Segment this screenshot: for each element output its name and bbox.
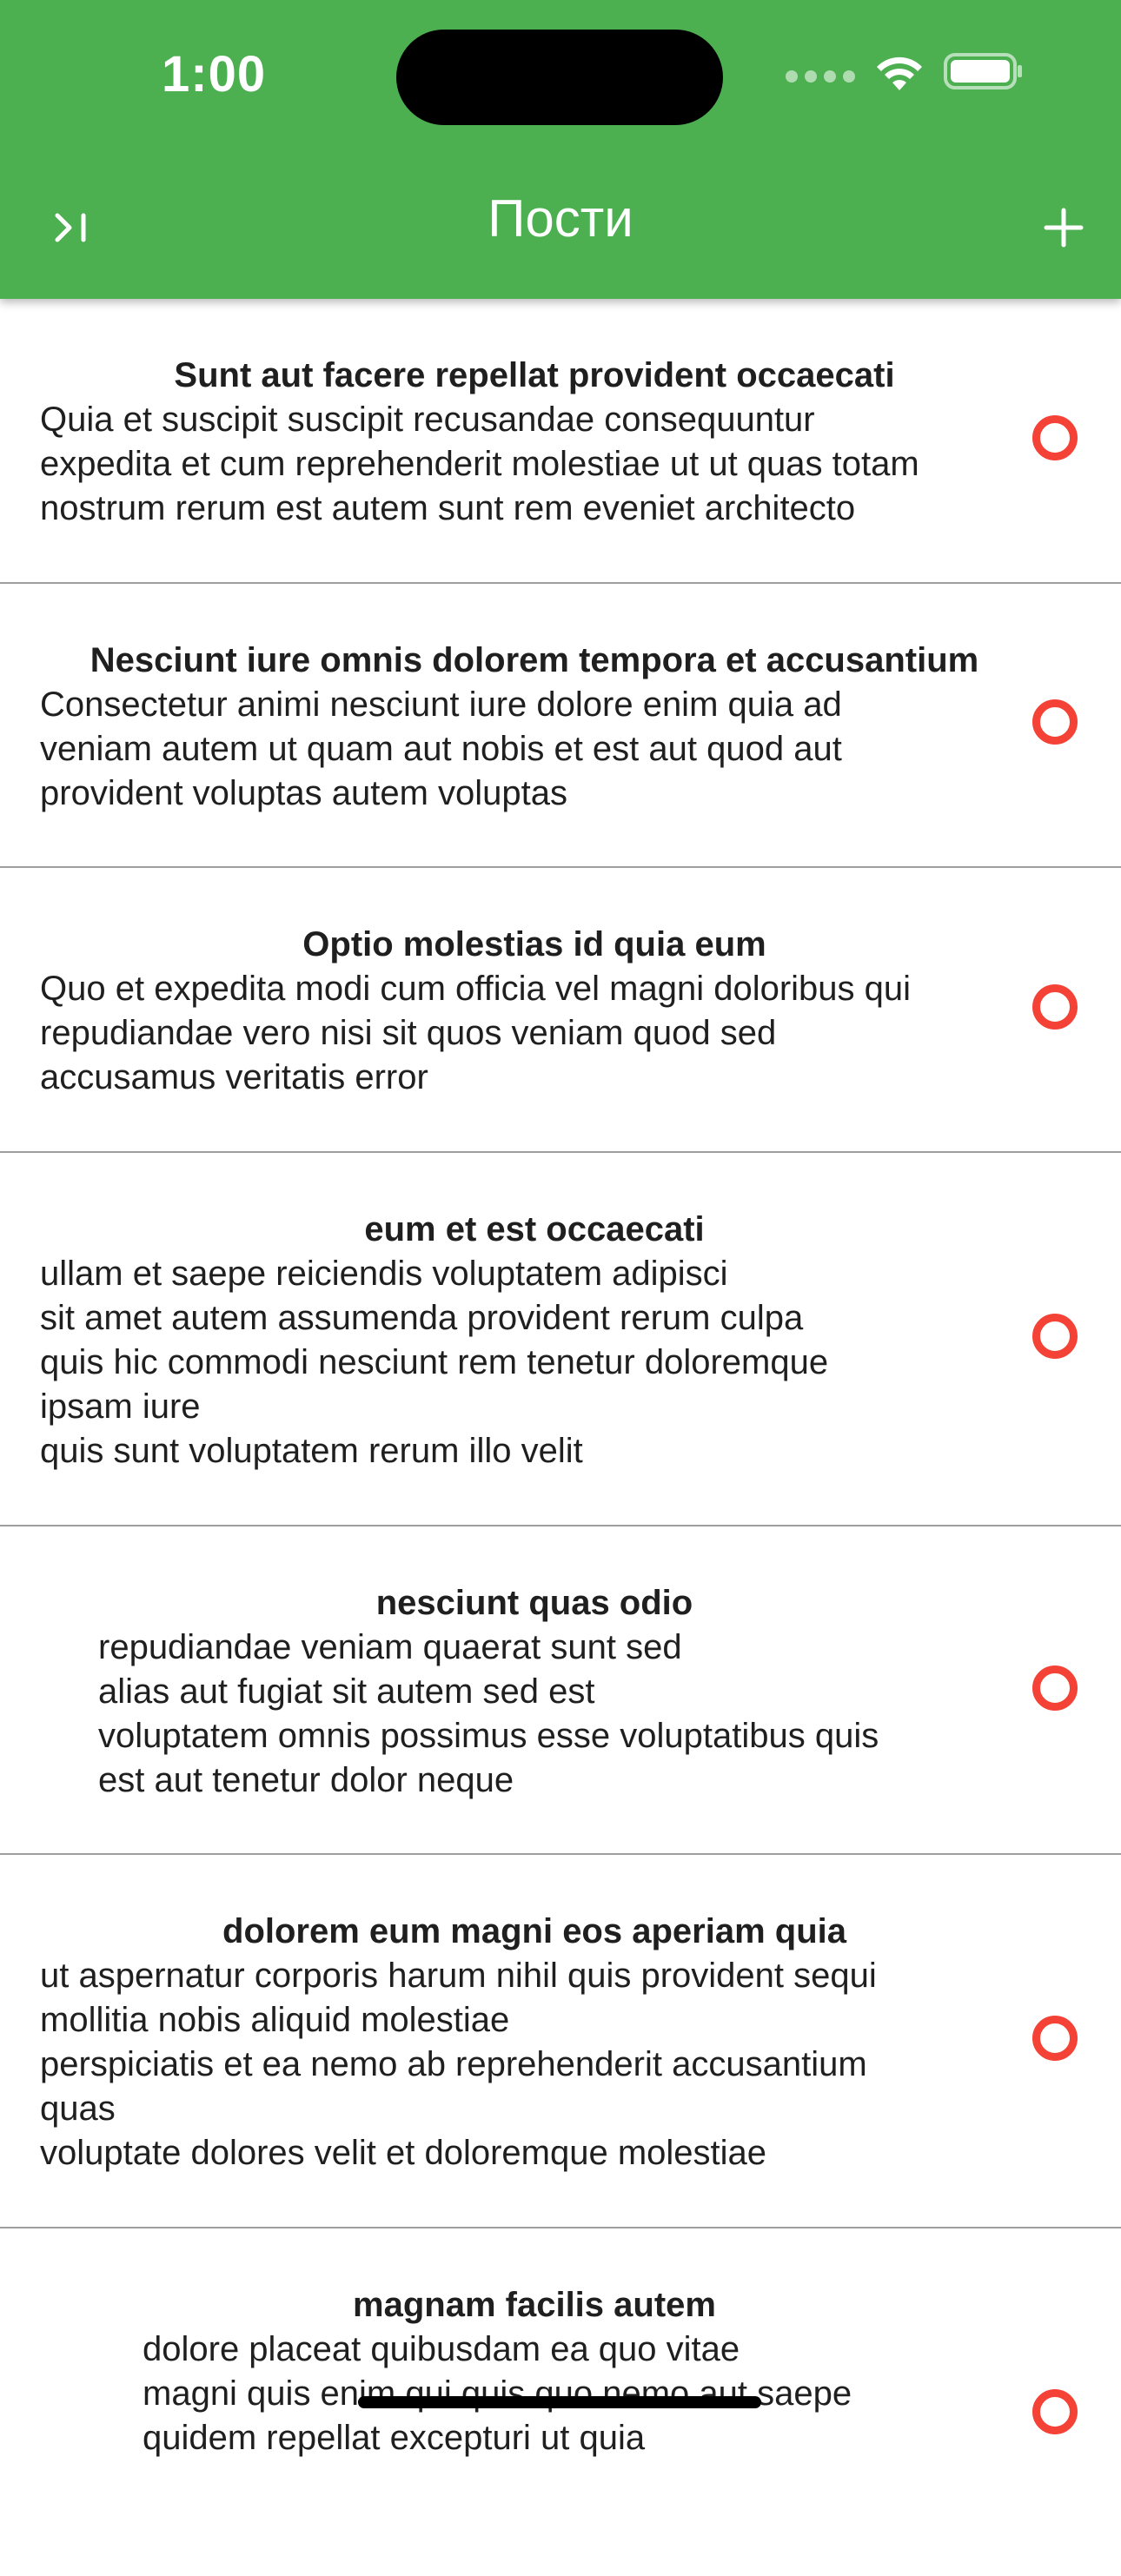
post-title: dolorem eum magni eos aperiam quia (222, 1912, 846, 1950)
home-indicator[interactable] (358, 2396, 761, 2408)
status-icons (786, 52, 1024, 90)
dynamic-island (396, 30, 723, 125)
unchecked-circle-icon[interactable] (1032, 1665, 1078, 1711)
post-body: ullam et saepe reiciendis voluptatem adi… (40, 1255, 829, 1470)
post-body: ut aspernatur corporis harum nihil quis … (40, 1957, 877, 2172)
post-title: Optio molestias id quia eum (302, 925, 766, 964)
add-post-button[interactable] (1029, 193, 1098, 262)
unchecked-circle-icon[interactable] (1032, 2016, 1078, 2061)
post-title: eum et est occaecati (364, 1210, 705, 1248)
list-item[interactable]: Nesciunt iure omnis dolorem tempora et a… (0, 584, 1121, 868)
unchecked-circle-icon[interactable] (1032, 2389, 1078, 2434)
plus-icon (1044, 208, 1084, 248)
post-body: repudiandae veniam quaerat sunt sed alia… (98, 1628, 879, 1799)
post-body: dolore placeat quibusdam ea quo vitae ma… (143, 2330, 852, 2457)
battery-icon (944, 53, 1022, 89)
unchecked-circle-icon[interactable] (1032, 984, 1078, 1030)
list-item[interactable]: nesciunt quas odio repudiandae veniam qu… (0, 1526, 1121, 1855)
unchecked-circle-icon[interactable] (1032, 699, 1078, 745)
unchecked-circle-icon[interactable] (1032, 1314, 1078, 1359)
wifi-icon (877, 56, 922, 90)
app-bar: 1:00 Пости (0, 0, 1121, 299)
post-title: Sunt aut facere repellat provident occae… (174, 356, 895, 394)
list-item[interactable]: eum et est occaecati ullam et saepe reic… (0, 1153, 1121, 1526)
status-time: 1:00 (162, 46, 267, 103)
post-title: nesciunt quas odio (375, 1584, 693, 1622)
page-title: Пости (488, 189, 633, 248)
list-item[interactable]: Sunt aut facere repellat provident occae… (0, 299, 1121, 584)
posts-list: Sunt aut facere repellat provident occae… (0, 299, 1121, 2576)
post-body: Consectetur animi nesciunt iure dolore e… (40, 685, 842, 812)
list-item[interactable]: Optio molestias id quia eum Quo et exped… (0, 868, 1121, 1153)
unchecked-circle-icon[interactable] (1032, 415, 1078, 460)
post-body: Quo et expedita modi cum officia vel mag… (40, 970, 912, 1096)
post-title: magnam facilis autem (353, 2286, 716, 2324)
post-title: Nesciunt iure omnis dolorem tempora et a… (90, 641, 979, 679)
post-body: Quia et suscipit suscipit recusandae con… (40, 401, 919, 527)
list-item[interactable]: dolorem eum magni eos aperiam quia ut as… (0, 1855, 1121, 2228)
cellular-icon (786, 70, 855, 83)
